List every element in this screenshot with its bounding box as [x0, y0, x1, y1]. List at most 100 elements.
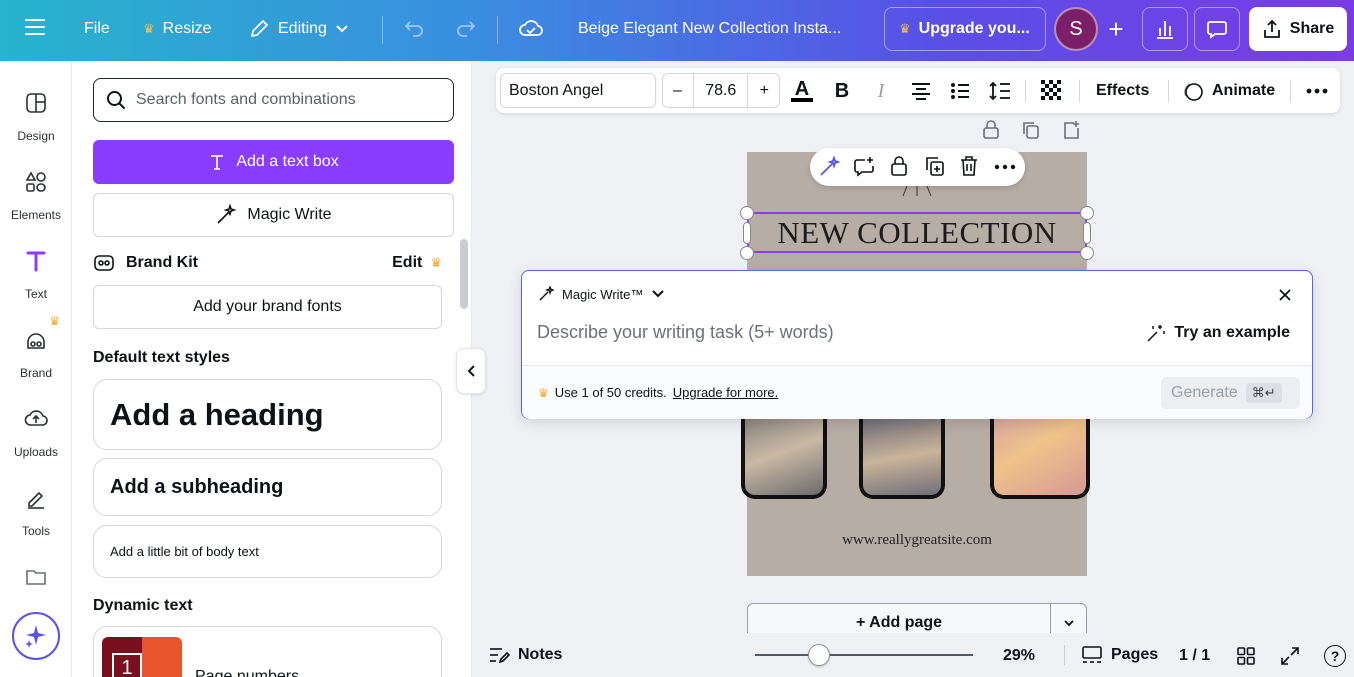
close-icon[interactable] — [1278, 288, 1292, 302]
divider — [1168, 80, 1169, 102]
magic-write-footer: ♛ Use 1 of 50 credits. Upgrade for more.… — [522, 365, 1312, 419]
color-swatch — [791, 98, 813, 102]
divider — [747, 73, 749, 108]
hamburger-icon — [25, 19, 45, 35]
generate-button[interactable]: Generate ⌘↵ — [1161, 377, 1300, 409]
rail-item-projects[interactable] — [0, 557, 72, 597]
redo-button[interactable] — [455, 18, 477, 38]
italic-button[interactable]: I — [871, 76, 891, 106]
animate-icon — [1184, 83, 1203, 101]
brand-kit-icon — [94, 255, 114, 271]
chevron-down-icon — [1063, 620, 1074, 627]
undo-button[interactable] — [403, 18, 425, 38]
magic-write-button[interactable]: Magic Write — [93, 193, 454, 237]
more-options-button[interactable] — [1306, 76, 1328, 106]
grid-view-icon[interactable] — [1236, 646, 1256, 666]
resize-handle-side[interactable] — [1083, 222, 1091, 244]
resize-handle[interactable] — [740, 206, 754, 220]
resize-button[interactable]: ♛ Resize — [143, 20, 212, 38]
magic-assistant-button[interactable] — [12, 612, 60, 660]
cloud-save-status[interactable] — [518, 18, 544, 38]
menu-button[interactable] — [24, 18, 46, 36]
animate-button[interactable]: Animate — [1182, 76, 1275, 106]
notes-button[interactable]: Notes — [488, 645, 562, 665]
spacing-button[interactable] — [988, 76, 1012, 106]
collapse-panel-button[interactable] — [456, 348, 486, 394]
font-family-select[interactable]: Boston Angel — [500, 73, 656, 108]
resize-handle-side[interactable] — [743, 222, 751, 244]
add-body-text-card[interactable]: Add a little bit of body text — [93, 525, 442, 578]
font-search[interactable] — [93, 78, 454, 122]
document-title[interactable]: Beige Elegant New Collection Insta... — [578, 20, 841, 38]
try-example-button[interactable]: Try an example — [1146, 323, 1290, 343]
divider — [1025, 80, 1026, 102]
help-icon: ? — [1330, 648, 1340, 664]
zoom-slider-handle[interactable] — [808, 644, 830, 666]
duplicate-icon[interactable] — [924, 155, 946, 177]
product-images — [741, 419, 1090, 509]
decrease-size-button[interactable]: – — [673, 82, 682, 100]
trash-icon[interactable] — [959, 155, 979, 177]
add-collaborator-button[interactable]: + — [1098, 11, 1134, 47]
page-numbers-card[interactable]: 1 Page numbers — [93, 626, 442, 677]
zoom-slider-track[interactable] — [755, 654, 973, 656]
pages-button[interactable]: Pages — [1081, 645, 1158, 665]
design-icon — [16, 83, 56, 123]
cloud-check-icon — [519, 20, 543, 36]
rail-item-text[interactable]: Text — [0, 241, 72, 301]
magic-write-dropdown[interactable]: Magic Write™ — [538, 286, 665, 302]
bullet-list-icon — [951, 83, 969, 99]
add-comment-icon[interactable] — [853, 156, 875, 178]
add-page-options-button[interactable] — [1051, 619, 1086, 627]
more-horizontal-icon[interactable] — [994, 164, 1016, 170]
rail-item-tools[interactable]: Tools — [0, 478, 72, 538]
panel-scrollbar[interactable] — [460, 239, 468, 309]
lock-icon[interactable] — [982, 120, 1000, 140]
folder-icon — [16, 557, 56, 597]
add-subheading-card[interactable]: Add a subheading — [93, 458, 442, 516]
add-text-box-button[interactable]: Add a text box — [93, 140, 454, 184]
transparency-button[interactable] — [1040, 76, 1064, 106]
magic-wand-icon — [217, 204, 237, 224]
rail-item-brand[interactable]: ♛ Brand — [0, 314, 72, 380]
font-size-value[interactable]: 78.6 — [705, 82, 736, 100]
add-brand-fonts-button[interactable]: Add your brand fonts — [93, 285, 442, 329]
rail-item-elements[interactable]: Elements — [0, 162, 72, 222]
rail-item-uploads[interactable]: Uploads — [0, 399, 72, 459]
help-button[interactable]: ? — [1324, 645, 1346, 667]
search-input[interactable] — [136, 91, 436, 109]
lock-icon[interactable] — [889, 155, 909, 177]
add-heading-card[interactable]: Add a heading — [93, 379, 442, 450]
crown-icon: ♛ — [538, 385, 549, 400]
add-page-icon[interactable] — [1062, 120, 1080, 140]
share-button[interactable]: Share — [1249, 7, 1347, 51]
bold-button[interactable]: B — [832, 76, 852, 106]
sparkle-icon — [25, 625, 46, 648]
resize-handle[interactable] — [740, 246, 754, 260]
effects-button[interactable]: Effects — [1096, 76, 1149, 106]
list-button[interactable] — [949, 76, 971, 106]
text-color-button[interactable]: A — [790, 76, 814, 106]
upgrade-button[interactable]: ♛ Upgrade you... — [884, 7, 1046, 51]
avatar[interactable]: S — [1054, 7, 1098, 51]
editing-dropdown[interactable]: Editing — [248, 18, 349, 40]
bar-chart-icon — [1157, 21, 1173, 39]
rail-item-design[interactable]: Design — [0, 83, 72, 143]
file-menu[interactable]: File — [84, 20, 110, 38]
magic-edit-icon[interactable] — [818, 156, 840, 178]
duplicate-icon[interactable] — [1022, 120, 1040, 140]
insights-button[interactable] — [1142, 7, 1188, 51]
magic-write-prompt-input[interactable]: Describe your writing task (5+ words) — [537, 322, 834, 343]
align-button[interactable] — [910, 76, 932, 106]
zoom-level[interactable]: 29% — [1003, 647, 1035, 665]
text-toolbar: Boston Angel – 78.6 + A B I Effects Anim… — [496, 68, 1340, 113]
comments-button[interactable] — [1194, 7, 1240, 51]
fullscreen-icon[interactable] — [1280, 646, 1300, 666]
resize-handle[interactable] — [1080, 206, 1094, 220]
upgrade-link[interactable]: Upgrade for more. — [673, 385, 779, 400]
design-url-text[interactable]: www.reallygreatsite.com — [747, 532, 1087, 549]
increase-size-button[interactable]: + — [760, 82, 769, 100]
brand-kit-edit-link[interactable]: Edit — [392, 254, 422, 272]
pages-icon — [1082, 646, 1102, 663]
resize-handle[interactable] — [1080, 246, 1094, 260]
